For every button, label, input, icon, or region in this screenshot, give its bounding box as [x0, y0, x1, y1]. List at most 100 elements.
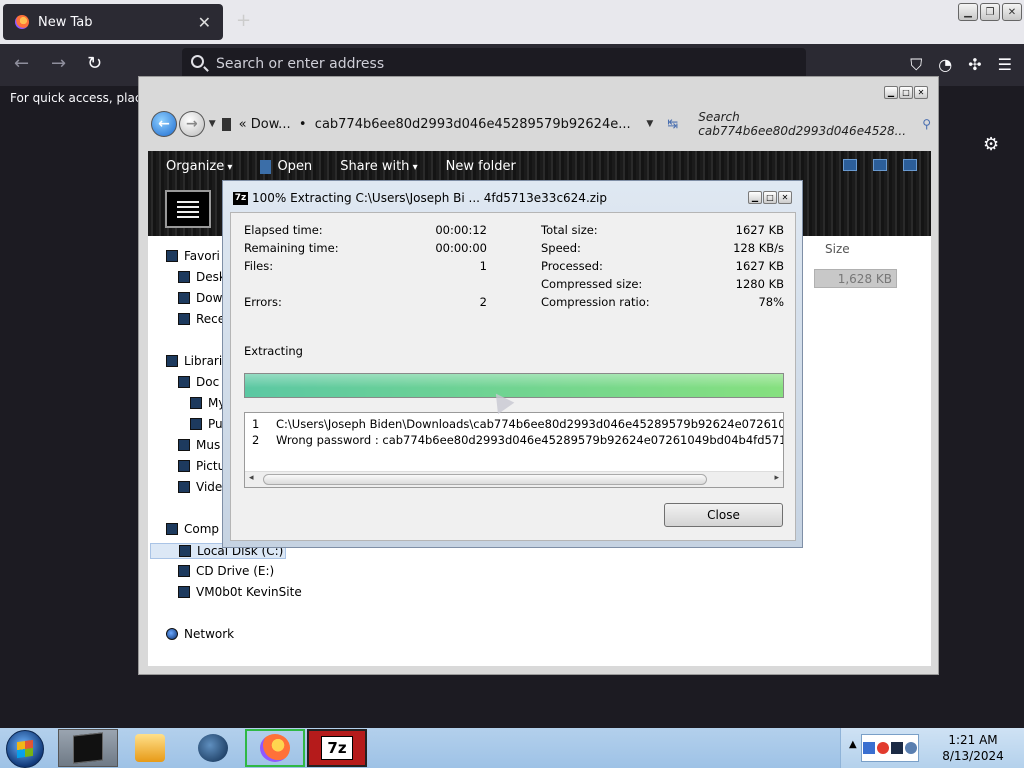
minimize-icon[interactable]: ▁: [884, 86, 898, 99]
window-controls: ▁ ❐ ✕: [958, 3, 1022, 21]
address-bar[interactable]: « Dow... • cab774b6ee80d2993d046e4528957…: [221, 110, 653, 138]
sidebar-item[interactable]: Vide: [178, 480, 222, 494]
horizontal-scrollbar[interactable]: ◂ ▸: [245, 471, 783, 487]
log-row: 2 Wrong password : cab774b6ee80d2993d046…: [252, 433, 783, 447]
taskbar-explorer[interactable]: [58, 729, 118, 767]
stat-value: 1: [479, 259, 487, 273]
sidebar-item[interactable]: Network: [166, 627, 234, 641]
gear-icon[interactable]: ⚙: [983, 134, 999, 155]
column-header-size[interactable]: Size: [825, 242, 850, 256]
taskbar-media-player[interactable]: [120, 729, 180, 767]
close-icon[interactable]: ✕: [914, 86, 928, 99]
sidebar-item[interactable]: Comp: [166, 522, 219, 536]
help-icon[interactable]: [903, 159, 917, 171]
close-icon[interactable]: ✕: [778, 191, 792, 204]
sidebar-item-label: Pictu: [196, 459, 226, 473]
file-size-cell[interactable]: 1,628 KB: [814, 269, 897, 288]
clock-time: 1:21 AM: [948, 733, 998, 747]
start-button[interactable]: [6, 730, 44, 768]
pocket-icon[interactable]: ⛉: [910, 55, 922, 75]
refresh-icon[interactable]: ↹: [667, 117, 678, 132]
stat-value: 1280 KB: [735, 277, 784, 291]
sidebar-item[interactable]: Desk: [178, 270, 226, 284]
preview-pane-icon[interactable]: [873, 159, 887, 171]
scrollbar-thumb[interactable]: [263, 474, 707, 485]
search-input[interactable]: Search cab774b6ee80d2993d046e4528... ⚲: [698, 110, 931, 138]
new-tab-button[interactable]: +: [236, 10, 251, 31]
menu-icon[interactable]: ☰: [998, 55, 1012, 75]
chevron-down-icon[interactable]: ▼: [646, 119, 653, 129]
minimize-icon[interactable]: ▁: [958, 3, 978, 21]
new-folder-button[interactable]: New folder: [446, 159, 516, 174]
sidebar-item-label: Dow: [196, 291, 223, 305]
forward-arrow-icon[interactable]: →: [178, 111, 205, 137]
sidebar-item[interactable]: Favori: [166, 249, 220, 263]
clock-date: 8/13/2024: [942, 749, 1004, 763]
restore-icon[interactable]: ❐: [980, 3, 1000, 21]
scroll-right-icon[interactable]: ▸: [774, 473, 779, 483]
folder-icon: [166, 250, 178, 262]
maximize-icon[interactable]: □: [899, 86, 913, 99]
network-icon[interactable]: [863, 742, 875, 754]
browser-tab-new-tab[interactable]: New Tab ✕: [3, 4, 223, 40]
folder-icon: [190, 418, 202, 430]
minimize-icon[interactable]: ▁: [748, 191, 762, 204]
stat-value: 128 KB/s: [733, 241, 784, 255]
close-button[interactable]: Close: [664, 503, 783, 527]
sidebar-item-label: Comp: [184, 522, 220, 536]
back-arrow-icon[interactable]: ←: [151, 111, 177, 137]
taskbar-internet-explorer[interactable]: [183, 729, 243, 767]
breadcrumb-separator: •: [298, 116, 307, 132]
show-hidden-icons-icon[interactable]: ▲: [849, 739, 857, 750]
extensions-icon[interactable]: ✣: [968, 55, 981, 75]
sidebar-item[interactable]: Librari: [166, 354, 222, 368]
taskbar-7zip[interactable]: 7z: [307, 729, 367, 767]
view-options-icon[interactable]: [843, 159, 857, 171]
explorer-address-row: ← → ▼ « Dow... • cab774b6ee80d2993d046e4…: [151, 107, 931, 141]
sidebar-item-label: Pu: [208, 417, 223, 431]
stat-label: Speed:: [541, 241, 581, 255]
close-tab-icon[interactable]: ✕: [198, 13, 211, 32]
stat-value: 2: [479, 295, 487, 309]
sidebar-item-label: Librari: [184, 354, 223, 368]
clock[interactable]: 1:21 AM 8/13/2024: [933, 732, 1013, 764]
account-icon[interactable]: ◔: [938, 55, 952, 75]
stat-value: 1627 KB: [735, 223, 784, 237]
explorer-icon: [73, 732, 103, 764]
sidebar-item[interactable]: Dow: [178, 291, 222, 305]
volume-icon[interactable]: [905, 742, 917, 754]
sidebar-item-label: Mus: [196, 438, 221, 452]
chevron-down-icon[interactable]: ▼: [209, 119, 216, 129]
message-log[interactable]: 1 C:\Users\Joseph Biden\Downloads\cab774…: [244, 412, 784, 488]
close-icon[interactable]: ✕: [1002, 3, 1022, 21]
sidebar-item[interactable]: My: [190, 396, 225, 410]
maximize-icon[interactable]: □: [763, 191, 777, 204]
sidebar-item[interactable]: Pu: [190, 417, 223, 431]
folder-icon: [178, 271, 190, 283]
sidebar-item[interactable]: Doc: [178, 375, 219, 389]
organize-button[interactable]: Organize: [166, 159, 232, 174]
back-arrow-icon[interactable]: ←: [14, 53, 29, 74]
stat-value: 1627 KB: [735, 259, 784, 273]
scroll-left-icon[interactable]: ◂: [249, 473, 254, 483]
share-with-button[interactable]: Share with: [340, 159, 417, 174]
details-view-icon[interactable]: [165, 190, 211, 228]
reload-icon[interactable]: ↻: [87, 53, 102, 74]
display-icon[interactable]: [891, 742, 903, 754]
sidebar-item[interactable]: Rece: [178, 312, 225, 326]
sidebar-item[interactable]: CD Drive (E:): [178, 564, 274, 578]
sidebar-item-label: CD Drive (E:): [196, 564, 275, 578]
taskbar-firefox[interactable]: [245, 729, 305, 767]
dialog-window-controls: ▁ □ ✕: [748, 191, 792, 204]
sidebar-item[interactable]: VM0b0t KevinSite: [178, 585, 302, 599]
sidebar-item[interactable]: Pictu: [178, 459, 225, 473]
breadcrumb-downloads[interactable]: Dow...: [251, 117, 291, 132]
7zip-icon: 7z: [321, 736, 353, 760]
open-button[interactable]: Open: [260, 159, 312, 174]
forward-arrow-icon[interactable]: →: [51, 53, 66, 74]
breadcrumb-folder[interactable]: cab774b6ee80d2993d046e45289579b92624e...: [315, 117, 631, 132]
search-icon: [191, 55, 204, 68]
stat-label: Errors:: [244, 295, 282, 309]
security-icon[interactable]: [877, 742, 889, 754]
sidebar-item[interactable]: Mus: [178, 438, 220, 452]
